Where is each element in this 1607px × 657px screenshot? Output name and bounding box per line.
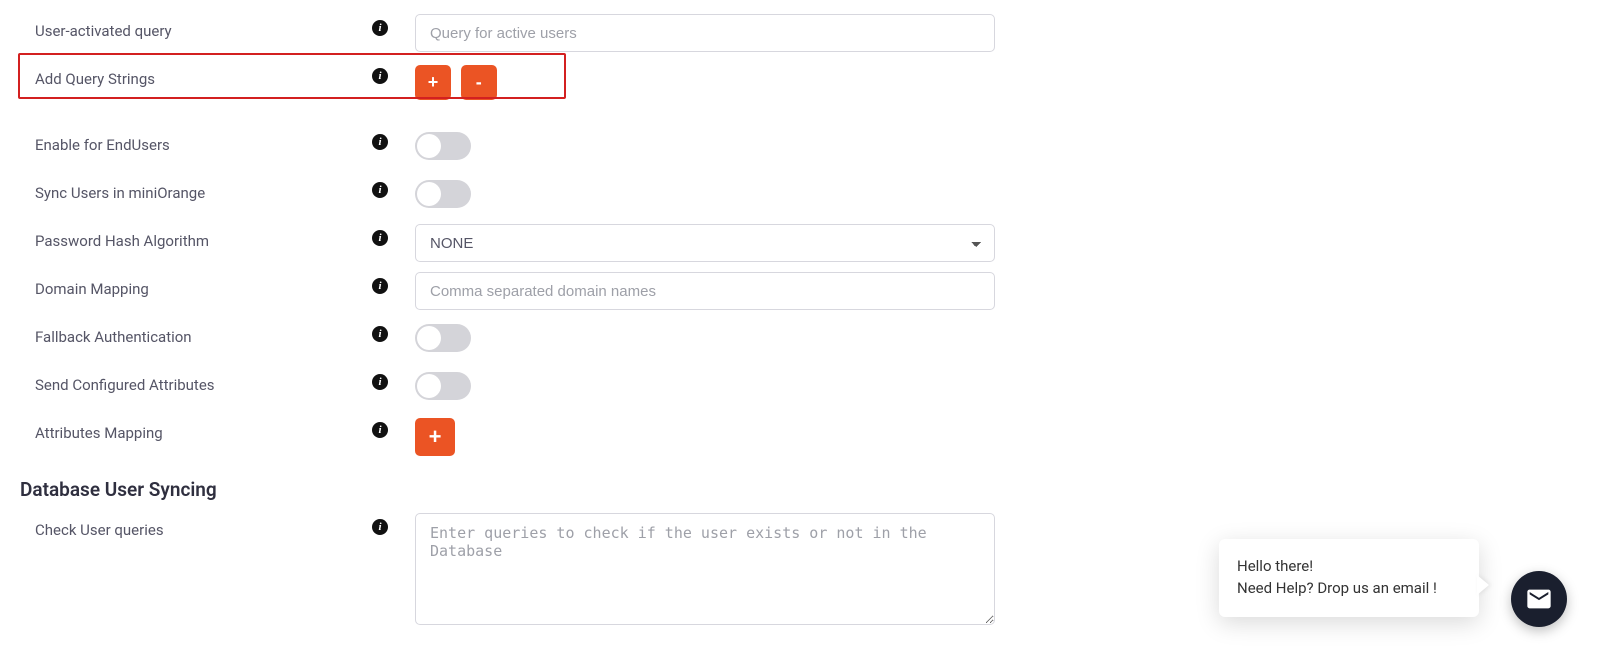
password-hash-select[interactable]: NONE xyxy=(415,224,995,262)
row-user-activated-query: User-activated query i xyxy=(20,10,1607,58)
info-icon[interactable]: i xyxy=(372,278,388,294)
user-activated-query-input[interactable] xyxy=(415,14,995,52)
info-icon[interactable]: i xyxy=(372,20,388,36)
row-send-configured-attrs: Send Configured Attributes i xyxy=(20,364,1607,412)
add-query-string-minus-button[interactable]: - xyxy=(461,65,497,100)
row-enable-end-users: Enable for EndUsers i xyxy=(20,124,1607,172)
label-check-user-queries: Check User queries xyxy=(20,509,365,539)
info-icon[interactable]: i xyxy=(372,68,388,84)
label-send-configured-attrs: Send Configured Attributes xyxy=(20,364,365,394)
label-password-hash: Password Hash Algorithm xyxy=(20,220,365,250)
info-icon[interactable]: i xyxy=(372,519,388,535)
row-add-query-strings: Add Query Strings i + - xyxy=(20,58,1607,106)
info-icon[interactable]: i xyxy=(372,374,388,390)
mail-icon xyxy=(1525,585,1553,613)
domain-mapping-input[interactable] xyxy=(415,272,995,310)
enable-end-users-toggle[interactable] xyxy=(415,132,471,160)
row-password-hash: Password Hash Algorithm i NONE xyxy=(20,220,1607,268)
fallback-auth-toggle[interactable] xyxy=(415,324,471,352)
label-attributes-mapping: Attributes Mapping xyxy=(20,412,365,442)
chat-popup: Hello there! Need Help? Drop us an email… xyxy=(1219,539,1479,617)
section-database-user-syncing: Database User Syncing xyxy=(20,478,1607,501)
info-icon[interactable]: i xyxy=(372,326,388,342)
label-add-query-strings: Add Query Strings xyxy=(20,58,365,88)
info-icon[interactable]: i xyxy=(372,182,388,198)
chat-line1: Hello there! xyxy=(1237,557,1461,575)
attributes-mapping-plus-button[interactable]: + xyxy=(415,418,455,456)
row-fallback-auth: Fallback Authentication i xyxy=(20,316,1607,364)
label-fallback-auth: Fallback Authentication xyxy=(20,316,365,346)
label-domain-mapping: Domain Mapping xyxy=(20,268,365,298)
label-enable-end-users: Enable for EndUsers xyxy=(20,124,365,154)
label-user-activated-query: User-activated query xyxy=(20,10,365,40)
info-icon[interactable]: i xyxy=(372,422,388,438)
check-user-queries-textarea[interactable] xyxy=(415,513,995,625)
send-configured-attrs-toggle[interactable] xyxy=(415,372,471,400)
add-query-string-plus-button[interactable]: + xyxy=(415,65,451,100)
label-sync-users: Sync Users in miniOrange xyxy=(20,172,365,202)
chat-line2: Need Help? Drop us an email ! xyxy=(1237,579,1461,597)
row-attributes-mapping: Attributes Mapping i + xyxy=(20,412,1607,460)
sync-users-toggle[interactable] xyxy=(415,180,471,208)
info-icon[interactable]: i xyxy=(372,230,388,246)
chat-fab-button[interactable] xyxy=(1511,571,1567,627)
row-sync-users: Sync Users in miniOrange i xyxy=(20,172,1607,220)
info-icon[interactable]: i xyxy=(372,134,388,150)
row-domain-mapping: Domain Mapping i xyxy=(20,268,1607,316)
